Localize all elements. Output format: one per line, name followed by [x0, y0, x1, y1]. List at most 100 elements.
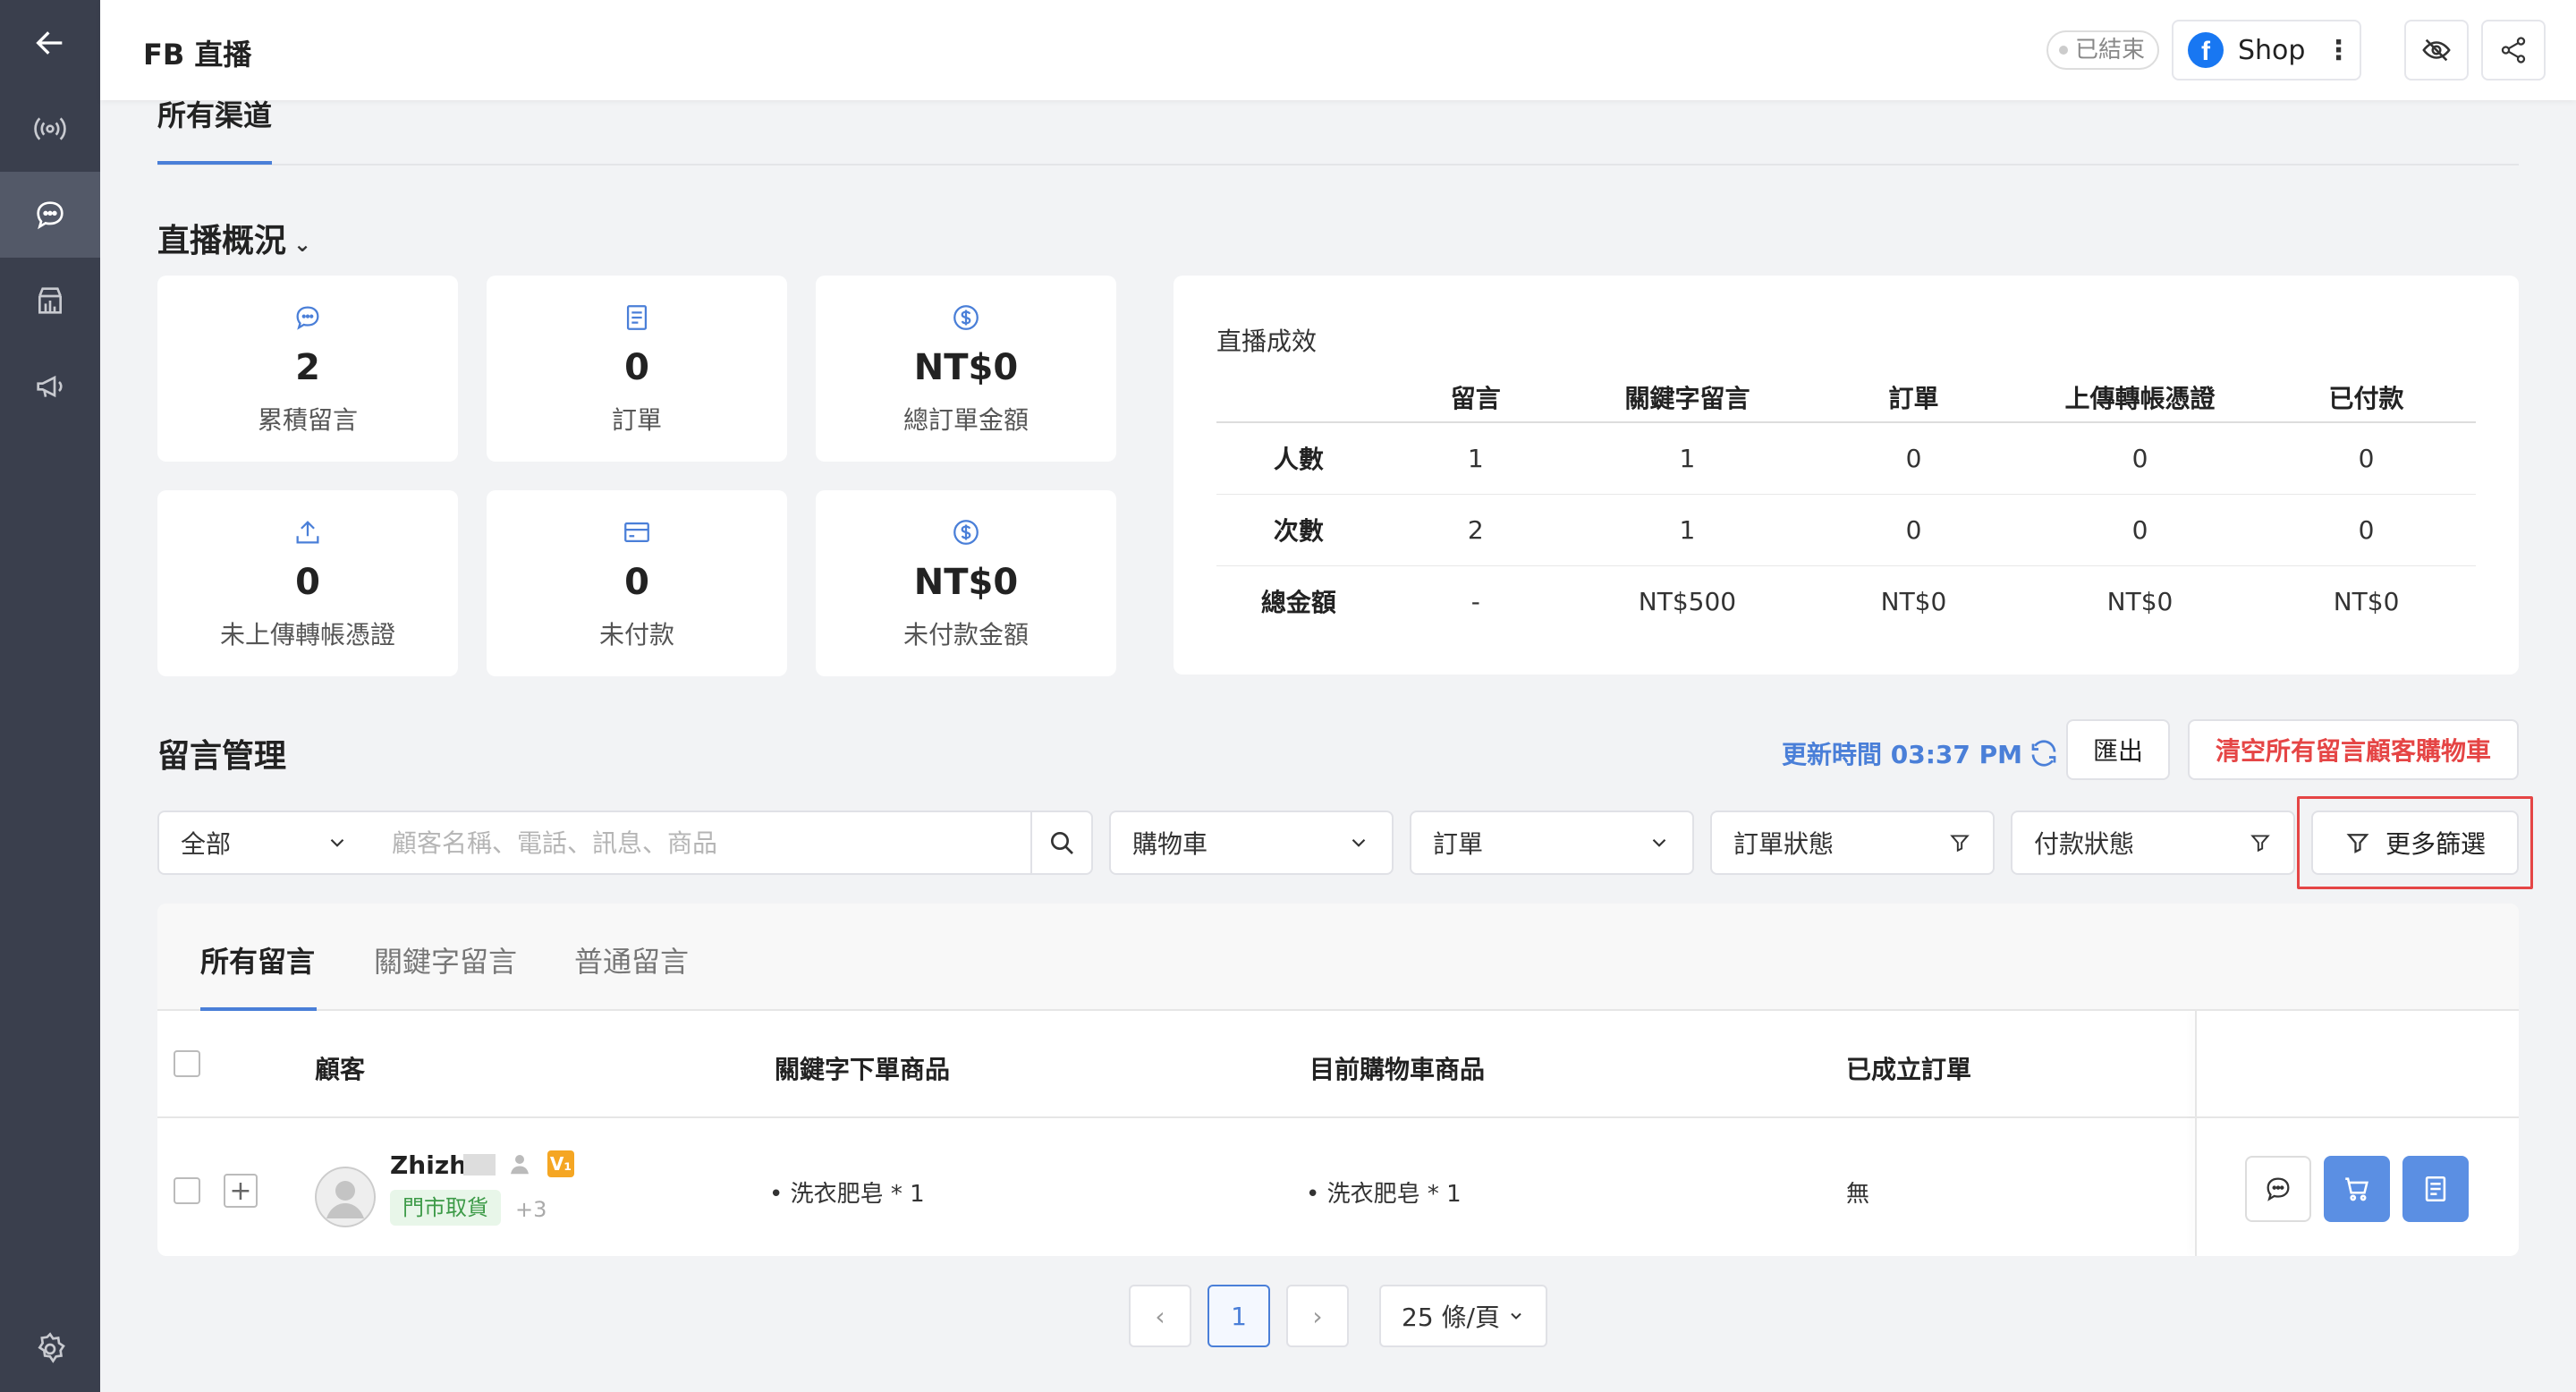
chevron-down-icon: ⌄ [293, 232, 312, 257]
column-header-created-orders: 已成立訂單 [1846, 1055, 1972, 1084]
column-header: 已付款 [2257, 372, 2476, 423]
table-cell: NT$0 [2106, 586, 2174, 616]
stat-label: 未上傳轉帳憑證 [219, 620, 395, 649]
order-status-filter-label: 訂單狀態 [1733, 829, 1835, 859]
stat-value: 2 [295, 347, 320, 388]
search-input[interactable] [370, 811, 1032, 875]
stat-card-comments: 2 累積留言 [157, 276, 458, 462]
back-arrow-icon[interactable] [0, 0, 100, 86]
vip-badge: V₁ [547, 1150, 574, 1177]
comments-title: 留言管理 [157, 738, 287, 775]
export-button[interactable]: 匯出 [2066, 719, 2170, 780]
megaphone-icon[interactable] [0, 344, 100, 429]
chat-icon[interactable] [0, 172, 100, 258]
page-size-value: 25 條/頁 [1402, 1303, 1500, 1332]
share-button[interactable] [2481, 20, 2546, 81]
pickup-tag: 門市取貨 [390, 1190, 501, 1226]
table-cell: 1 [1570, 494, 1805, 566]
settings-gear-icon[interactable] [0, 1306, 100, 1392]
update-time-text: 更新時間 03:37 PM [1782, 740, 2023, 769]
refresh-icon[interactable] [2028, 737, 2060, 769]
avatar [315, 1167, 376, 1227]
table-row: 總金額 - NT$500 NT$0 NT$0 NT$0 [1216, 565, 2476, 637]
table-cell: NT$0 [1880, 586, 1947, 616]
page-size-select[interactable]: 25 條/頁 [1379, 1285, 1547, 1347]
scope-select[interactable]: 全部 [157, 811, 372, 875]
filter-icon [1950, 835, 1970, 853]
table-cell: - [1470, 586, 1480, 616]
cart-button[interactable] [2324, 1156, 2390, 1222]
more-tags-count[interactable]: +3 [515, 1197, 547, 1222]
stat-label: 總訂單金額 [902, 405, 1029, 435]
performance-card: 直播成效 留言 關鍵字留言 訂單 上傳轉帳憑證 已付款 人數 1 1 0 0 0… [1174, 276, 2519, 675]
message-button[interactable] [2245, 1156, 2311, 1222]
column-header: 關鍵字留言 [1570, 372, 1805, 423]
tab-underline [157, 161, 272, 165]
stat-value: 0 [624, 347, 649, 388]
dollar-icon [816, 302, 1116, 335]
chevron-down-icon [1352, 838, 1366, 847]
filter-icon [2250, 835, 2270, 853]
table-cell: NT$0 [2333, 586, 2400, 616]
tab-normal-comments[interactable]: 普通留言 [574, 939, 689, 980]
performance-title: 直播成效 [1216, 327, 1318, 356]
scope-select-value: 全部 [181, 829, 232, 859]
stat-card-orders: 0 訂單 [487, 276, 787, 462]
table-row: 人數 1 1 0 0 0 [1216, 422, 2476, 495]
status-badge: 已結束 [2046, 30, 2160, 70]
store-analytics-icon[interactable] [0, 258, 100, 344]
order-select[interactable]: 訂單 [1410, 811, 1694, 875]
table-cell: 0 [2257, 494, 2476, 566]
table-cell: 1 [1380, 422, 1571, 495]
clear-carts-button[interactable]: 清空所有留言顧客購物車 [2188, 719, 2519, 780]
prev-page-button[interactable]: ‹ [1129, 1285, 1191, 1347]
performance-table: 留言 關鍵字留言 訂單 上傳轉帳憑證 已付款 人數 1 1 0 0 0 次數 2… [1216, 372, 2476, 637]
overview-title[interactable]: 直播概況 ⌄ [157, 215, 311, 261]
table-cell: 人數 [1216, 422, 1381, 495]
eye-slash-icon [2422, 38, 2451, 62]
payment-status-filter-label: 付款狀態 [2034, 829, 2135, 859]
kebab-menu-icon[interactable]: ⋮ [2325, 35, 2351, 66]
tab-all-comments[interactable]: 所有留言 [200, 939, 315, 980]
payment-status-filter[interactable]: 付款狀態 [2011, 811, 2295, 875]
tab-keyword-comments[interactable]: 關鍵字留言 [374, 939, 517, 980]
search-icon [1051, 832, 1073, 854]
stat-value: 0 [295, 562, 320, 603]
cart-select-value: 購物車 [1132, 829, 1208, 859]
table-cell: 0 [2257, 422, 2476, 495]
keyword-product: • 洗衣肥皂 * 1 [769, 1181, 925, 1208]
order-status-filter[interactable]: 訂單狀態 [1710, 811, 1995, 875]
stat-label: 未付款金額 [902, 620, 1029, 649]
live-broadcast-icon[interactable] [0, 86, 100, 172]
update-time[interactable]: 更新時間 03:37 PM [1782, 735, 2060, 771]
more-filters-button[interactable]: 更多篩選 [2311, 811, 2519, 875]
table-cell: 次數 [1216, 494, 1381, 566]
cart-icon [2345, 1177, 2368, 1201]
order-button[interactable] [2402, 1156, 2469, 1222]
order-status: 無 [1846, 1181, 1870, 1208]
table-cell: 2 [1380, 494, 1571, 566]
overview-title-text: 直播概況 [157, 223, 287, 259]
search-button[interactable] [1030, 811, 1093, 875]
hide-eye-button[interactable] [2404, 20, 2469, 81]
expand-row-button[interactable]: + [224, 1174, 258, 1208]
shop-selector[interactable]: f Shop ⋮ [2172, 20, 2361, 81]
page-title: FB 直播 [143, 38, 252, 72]
table-cell: 0 [2022, 494, 2258, 566]
page-1-button[interactable]: 1 [1208, 1285, 1270, 1347]
comment-icon [157, 302, 458, 335]
stat-label: 未付款 [598, 620, 674, 649]
dollar-icon [816, 517, 1116, 549]
table-cell: 1 [1570, 422, 1805, 495]
cart-select[interactable]: 購物車 [1109, 811, 1394, 875]
tab-all-channels[interactable]: 所有渠道 [157, 93, 272, 134]
row-checkbox[interactable] [174, 1177, 200, 1204]
order-icon [487, 302, 787, 335]
next-page-button[interactable]: › [1286, 1285, 1349, 1347]
select-all-checkbox[interactable] [174, 1050, 200, 1077]
shop-label: Shop [2238, 34, 2306, 66]
divider [157, 164, 2519, 166]
column-header: 訂單 [1804, 372, 2023, 423]
share-icon [2501, 37, 2526, 64]
stat-card-unuploaded-proof: 0 未上傳轉帳憑證 [157, 490, 458, 676]
